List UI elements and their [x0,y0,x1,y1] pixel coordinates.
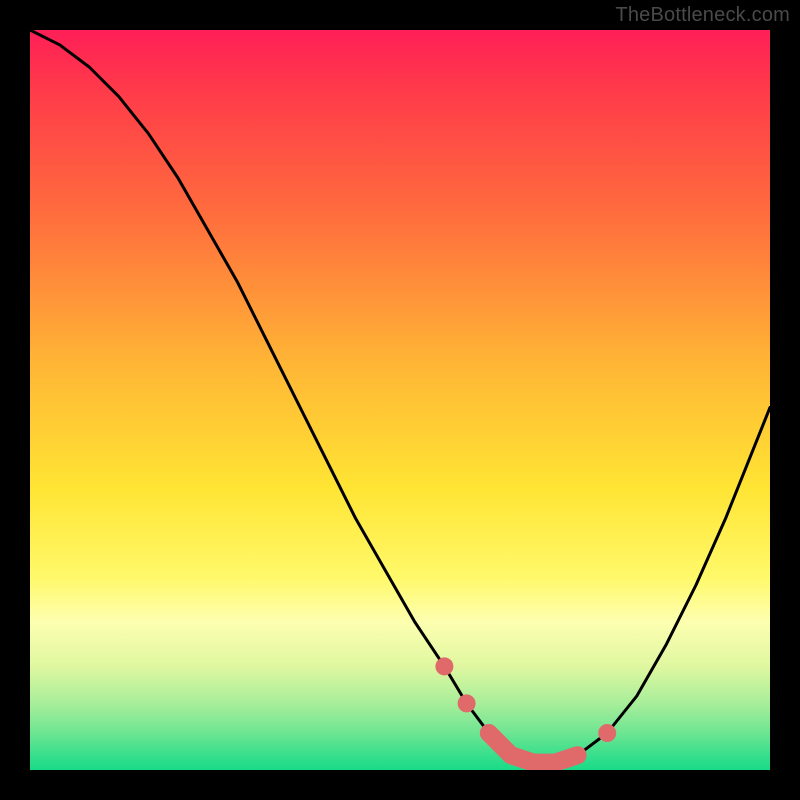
highlight-dots [435,657,616,742]
watermark-text: TheBottleneck.com [615,4,790,27]
primary-curve [30,30,770,763]
chart-stage: TheBottleneck.com [0,0,800,800]
highlight-dot [435,657,453,675]
plot-area [30,30,770,770]
highlight-segment [489,733,578,763]
highlight-dot [598,724,616,742]
curve-layer [30,30,770,770]
highlight-dot [458,694,476,712]
